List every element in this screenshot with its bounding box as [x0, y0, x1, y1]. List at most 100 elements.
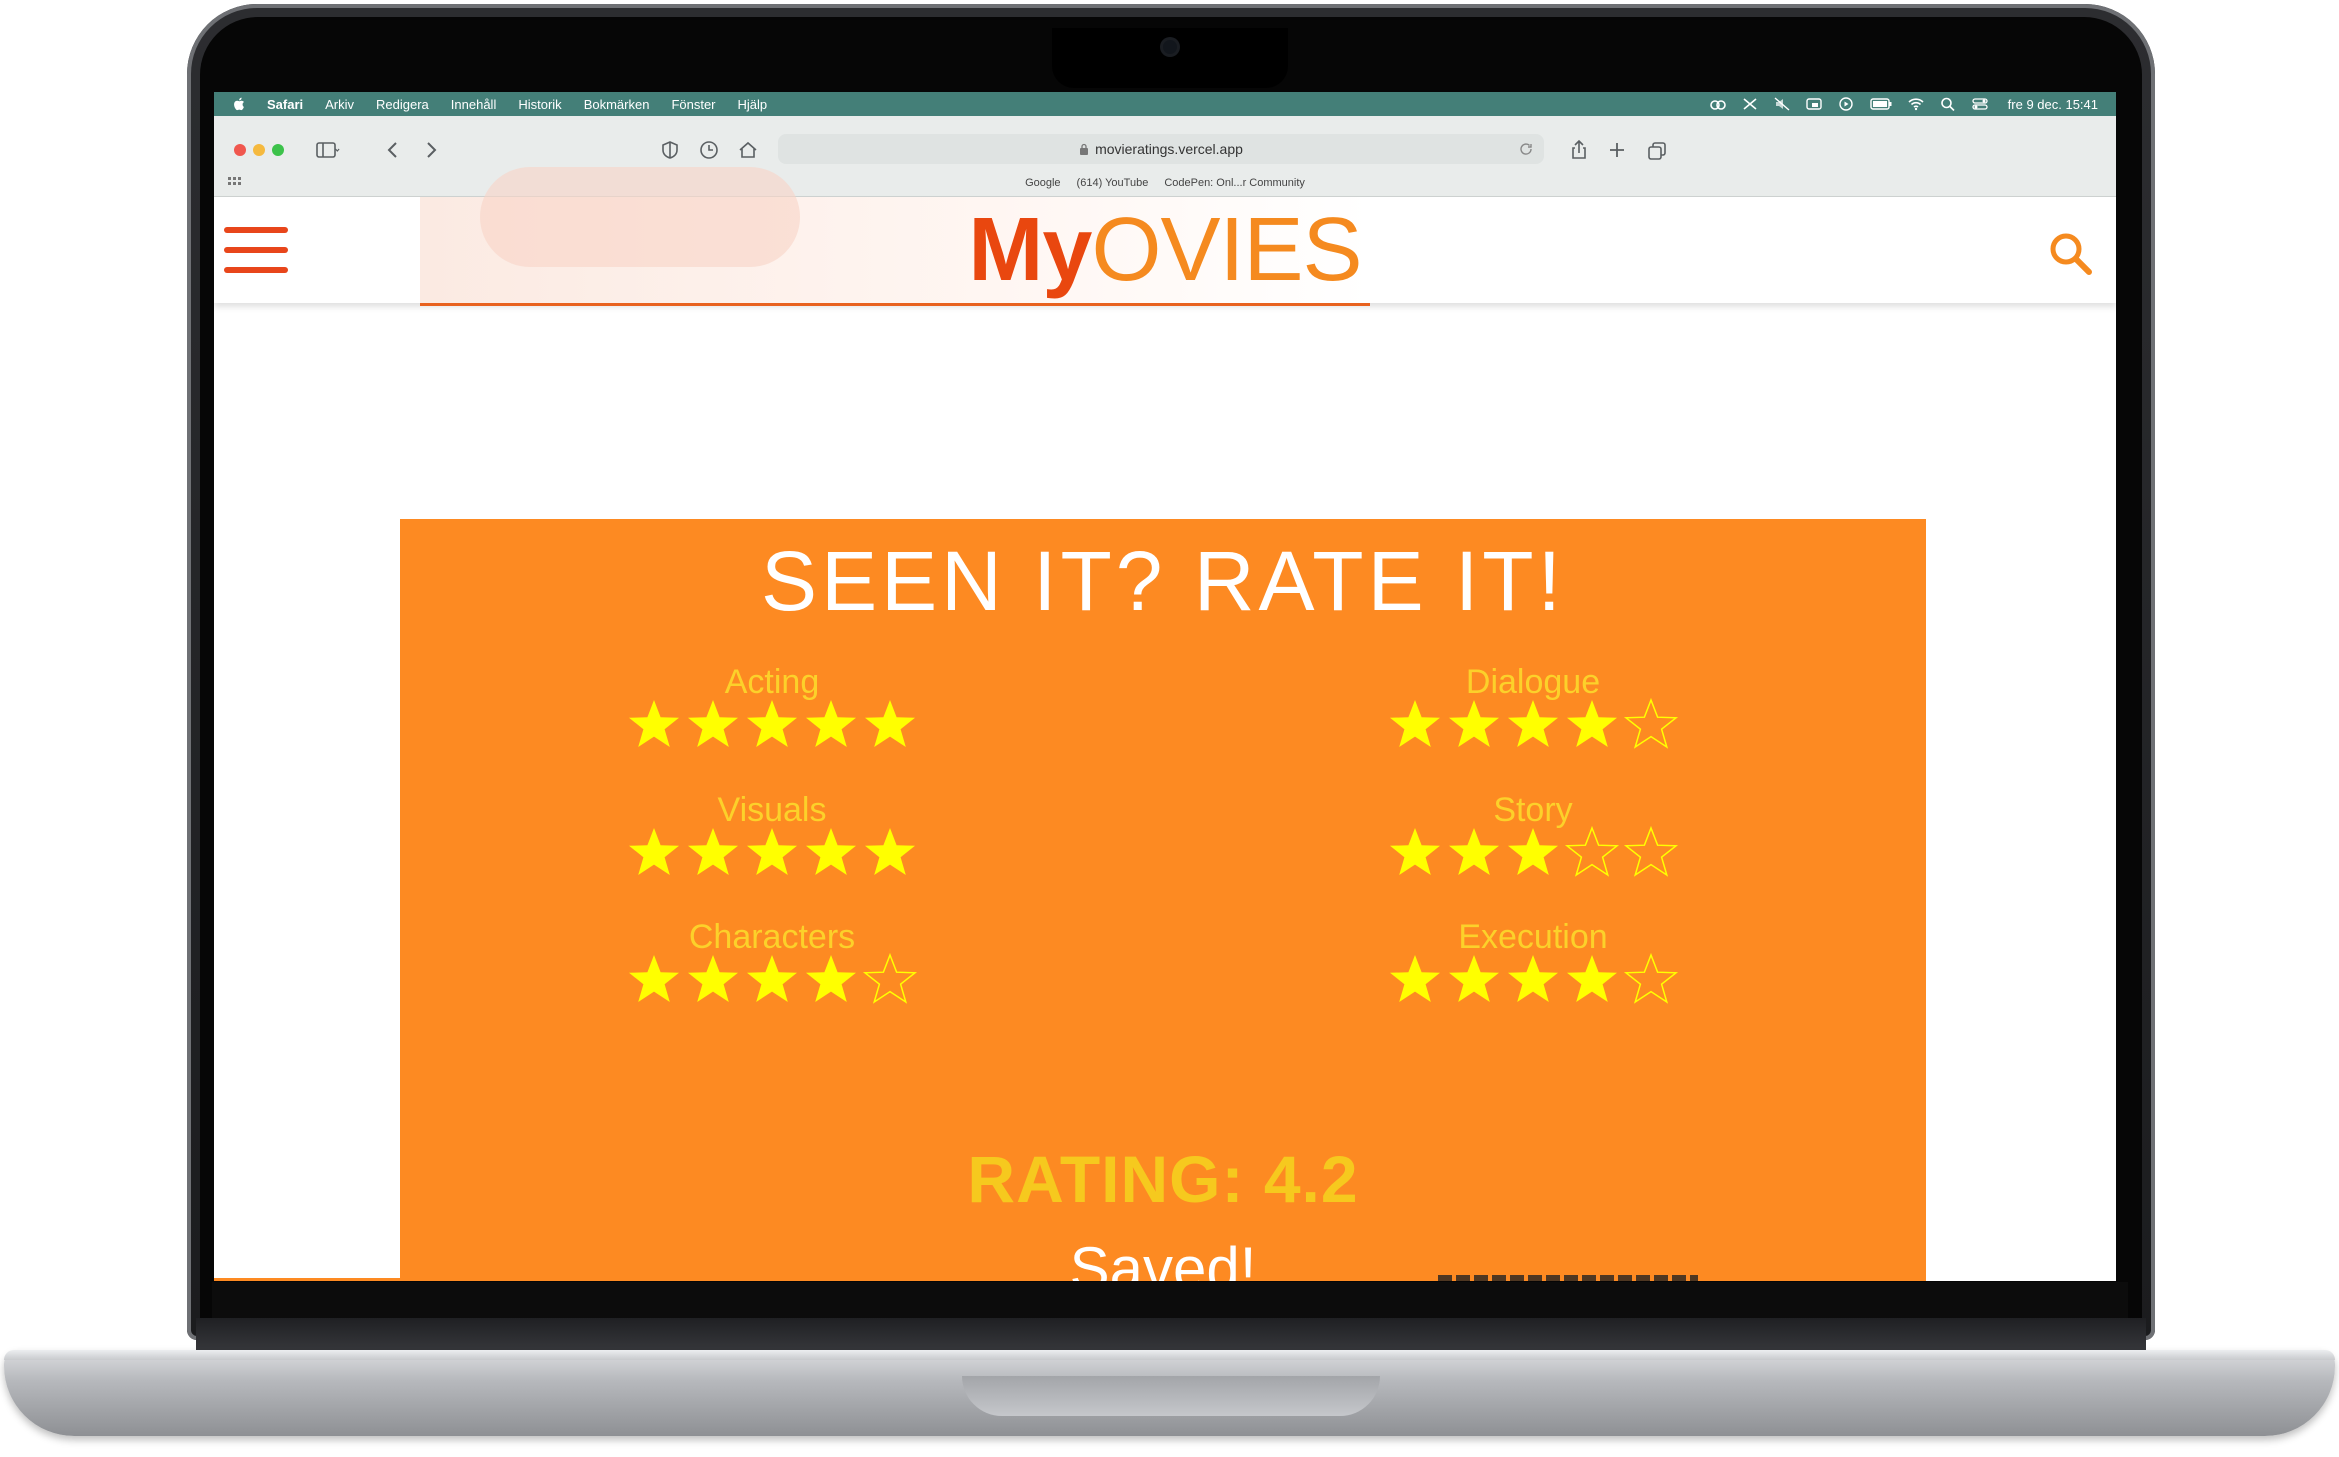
star-filled-icon[interactable]	[862, 825, 918, 881]
screen-mirroring-icon[interactable]	[1805, 97, 1822, 111]
rating-card-title: SEEN IT? RATE IT!	[761, 534, 1565, 628]
criterion-story: Story	[1383, 791, 1683, 881]
star-filled-icon[interactable]	[1446, 825, 1502, 881]
criterion-label: Visuals	[717, 791, 827, 829]
star-filled-icon[interactable]	[744, 952, 800, 1008]
back-icon[interactable]	[380, 137, 406, 163]
star-rating	[1383, 952, 1683, 1008]
menubar-clock[interactable]: fre 9 dec. 15:41	[2008, 97, 2098, 112]
star-filled-icon[interactable]	[685, 825, 741, 881]
menu-historik[interactable]: Historik	[518, 97, 561, 112]
star-filled-icon[interactable]	[803, 825, 859, 881]
wifi-icon[interactable]	[1908, 97, 1924, 111]
reload-icon[interactable]	[1518, 141, 1534, 157]
criterion-characters: Characters	[622, 918, 922, 1008]
overall-rating: RATING: 4.2	[967, 1142, 1359, 1216]
share-icon[interactable]	[1566, 137, 1592, 163]
home-icon[interactable]	[735, 137, 761, 163]
star-rating	[622, 825, 922, 881]
star-filled-icon[interactable]	[1505, 825, 1561, 881]
star-filled-icon[interactable]	[1505, 952, 1561, 1008]
star-filled-icon[interactable]	[1564, 952, 1620, 1008]
logo-ovies: OVIES	[1091, 200, 1362, 300]
star-filled-icon[interactable]	[685, 697, 741, 753]
menu-innehall[interactable]: Innehåll	[451, 97, 497, 112]
mute-icon[interactable]	[1774, 97, 1790, 111]
bottom-bezel	[212, 1282, 2128, 1318]
play-icon[interactable]	[1838, 97, 1854, 111]
favorite-google[interactable]: Google	[1025, 177, 1060, 189]
star-filled-icon[interactable]	[626, 825, 682, 881]
star-empty-icon[interactable]	[1564, 825, 1620, 881]
history-clock-icon[interactable]	[696, 137, 722, 163]
menu-redigera[interactable]: Redigera	[376, 97, 429, 112]
camera-notch	[1052, 28, 1288, 88]
new-tab-plus-icon[interactable]	[1604, 137, 1630, 163]
search-icon[interactable]	[2046, 229, 2096, 279]
control-center-icon[interactable]	[1972, 97, 1988, 111]
star-filled-icon[interactable]	[803, 952, 859, 1008]
star-filled-icon[interactable]	[1387, 825, 1443, 881]
criterion-label: Dialogue	[1465, 663, 1601, 701]
laptop-thumb-notch	[962, 1376, 1380, 1416]
menubar-status-area: fre 9 dec. 15:41	[1709, 92, 2098, 116]
window-zoom-button[interactable]	[272, 144, 284, 156]
forward-icon[interactable]	[418, 137, 444, 163]
star-empty-icon[interactable]	[1623, 697, 1679, 753]
address-bar[interactable]: movieratings.vercel.app	[778, 134, 1544, 164]
criterion-label: Story	[1493, 791, 1573, 829]
apple-logo-icon[interactable]	[232, 97, 245, 111]
star-empty-icon[interactable]	[1623, 825, 1679, 881]
star-filled-icon[interactable]	[1505, 697, 1561, 753]
criterion-execution: Execution	[1383, 918, 1683, 1008]
star-empty-icon[interactable]	[1623, 952, 1679, 1008]
criterion-acting: Acting	[622, 663, 922, 753]
logo-my: My	[968, 200, 1092, 300]
menu-fonster[interactable]: Fönster	[671, 97, 715, 112]
creative-cloud-icon[interactable]	[1709, 97, 1726, 111]
star-rating	[622, 952, 922, 1008]
camera-icon	[1163, 40, 1177, 54]
star-filled-icon[interactable]	[744, 825, 800, 881]
star-filled-icon[interactable]	[1387, 952, 1443, 1008]
window-minimize-button[interactable]	[253, 144, 265, 156]
star-filled-icon[interactable]	[1446, 697, 1502, 753]
criterion-visuals: Visuals	[622, 791, 922, 881]
tab-overview-icon[interactable]	[1644, 137, 1670, 163]
page-orange-edge	[214, 1278, 400, 1281]
privacy-shield-icon[interactable]	[657, 137, 683, 163]
address-url: movieratings.vercel.app	[1095, 141, 1243, 157]
menu-bokmarken[interactable]: Bokmärken	[584, 97, 650, 112]
criterion-label: Characters	[688, 918, 856, 956]
site-logo[interactable]: MyOVIES	[214, 205, 2116, 295]
star-filled-icon[interactable]	[1446, 952, 1502, 1008]
criterion-dialogue: Dialogue	[1383, 663, 1683, 753]
spotlight-search-icon[interactable]	[1940, 97, 1956, 111]
star-filled-icon[interactable]	[626, 697, 682, 753]
criterion-label: Acting	[724, 663, 820, 701]
favorite-youtube[interactable]: (614) YouTube	[1077, 177, 1149, 189]
star-filled-icon[interactable]	[803, 697, 859, 753]
star-filled-icon[interactable]	[744, 697, 800, 753]
scissors-icon[interactable]	[1742, 97, 1758, 111]
window-close-button[interactable]	[234, 144, 246, 156]
menu-hjalp[interactable]: Hjälp	[738, 97, 768, 112]
favorite-codepen[interactable]: CodePen: Onl...r Community	[1164, 177, 1305, 189]
cut-off-footer-text	[1438, 1275, 1698, 1281]
star-filled-icon[interactable]	[685, 952, 741, 1008]
star-filled-icon[interactable]	[1564, 697, 1620, 753]
sidebar-toggle-icon[interactable]	[314, 137, 340, 163]
star-rating	[1383, 825, 1683, 881]
star-filled-icon[interactable]	[862, 697, 918, 753]
lock-icon	[1080, 143, 1089, 155]
menu-arkiv[interactable]: Arkiv	[325, 97, 354, 112]
star-rating	[622, 697, 922, 753]
site-header: MyOVIES	[214, 167, 2116, 306]
star-filled-icon[interactable]	[1387, 697, 1443, 753]
saved-message: Saved!	[1069, 1235, 1257, 1281]
star-empty-icon[interactable]	[862, 952, 918, 1008]
screen: Safari Arkiv Redigera Innehåll Historik …	[214, 92, 2116, 1281]
star-filled-icon[interactable]	[626, 952, 682, 1008]
battery-icon[interactable]	[1869, 97, 1892, 111]
menu-app-name[interactable]: Safari	[267, 97, 303, 112]
